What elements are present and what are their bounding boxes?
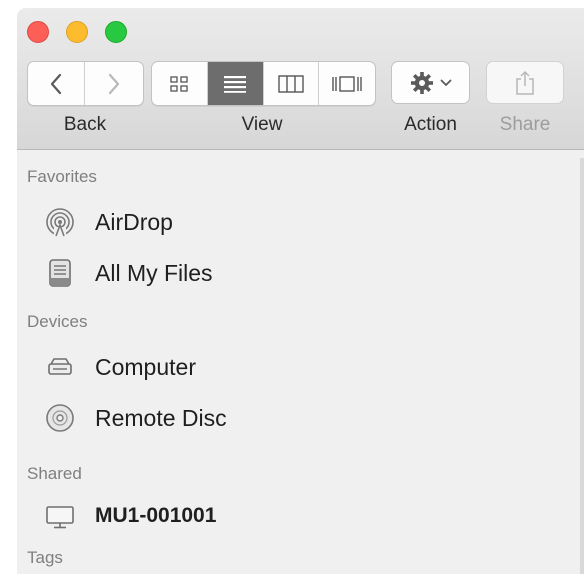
- chevron-right-icon: [108, 73, 119, 94]
- sidebar-section-devices: Devices: [27, 312, 88, 331]
- sidebar-item-label: MU1-001001: [95, 504, 217, 527]
- finder-window: Back View Action Share Favorites AirDrop: [17, 8, 584, 574]
- minimize-window-button[interactable]: [66, 21, 88, 43]
- share-button[interactable]: [486, 61, 564, 104]
- close-window-button[interactable]: [27, 21, 49, 43]
- icon-view-button[interactable]: [152, 62, 208, 105]
- sidebar-item-computer[interactable]: Computer: [45, 350, 196, 384]
- sidebar-item-label: AirDrop: [95, 208, 173, 235]
- chevron-down-icon: [440, 79, 451, 86]
- sidebar-item-label: All My Files: [95, 259, 213, 286]
- zoom-window-button[interactable]: [105, 21, 127, 43]
- monitor-icon: [45, 501, 75, 531]
- back-forward-control: [27, 61, 144, 106]
- column-view-button[interactable]: [264, 62, 320, 105]
- sidebar-item-all-my-files[interactable]: All My Files: [45, 256, 213, 290]
- back-button[interactable]: [28, 62, 85, 105]
- columns-icon: [278, 74, 304, 93]
- sidebar-item-remote-disc[interactable]: Remote Disc: [45, 401, 227, 435]
- computer-drive-icon: [45, 352, 75, 382]
- sidebar: Favorites AirDrop All My Files Devices C…: [17, 150, 584, 574]
- sidebar-item-label: Computer: [95, 353, 196, 380]
- sidebar-section-tags: Tags: [27, 548, 63, 567]
- share-icon: [516, 70, 534, 95]
- forward-button[interactable]: [85, 62, 142, 105]
- all-my-files-icon: [45, 258, 75, 288]
- chevron-left-icon: [50, 73, 62, 94]
- sidebar-item-mu1-001001[interactable]: MU1-001001: [45, 499, 216, 533]
- cover-flow-view-button[interactable]: [319, 62, 375, 105]
- action-label: Action: [404, 114, 457, 135]
- back-label: Back: [63, 114, 107, 135]
- view-label: View: [241, 114, 283, 135]
- view-mode-control: [151, 61, 376, 106]
- window-edge-divider: [580, 158, 584, 574]
- sidebar-item-airdrop[interactable]: AirDrop: [45, 205, 173, 239]
- remote-disc-icon: [45, 403, 75, 433]
- sidebar-section-favorites: Favorites: [27, 167, 97, 186]
- action-button[interactable]: [391, 61, 470, 104]
- gear-icon: [410, 71, 433, 94]
- share-label: Share: [499, 114, 551, 135]
- list-view-button[interactable]: [207, 62, 264, 105]
- sidebar-item-label: Remote Disc: [95, 404, 227, 431]
- grid-icon: [170, 75, 189, 92]
- list-icon: [224, 75, 247, 93]
- toolbar: Back View Action Share: [17, 8, 584, 150]
- airdrop-icon: [45, 207, 75, 237]
- cover-flow-icon: [332, 75, 362, 92]
- sidebar-section-shared: Shared: [27, 464, 82, 483]
